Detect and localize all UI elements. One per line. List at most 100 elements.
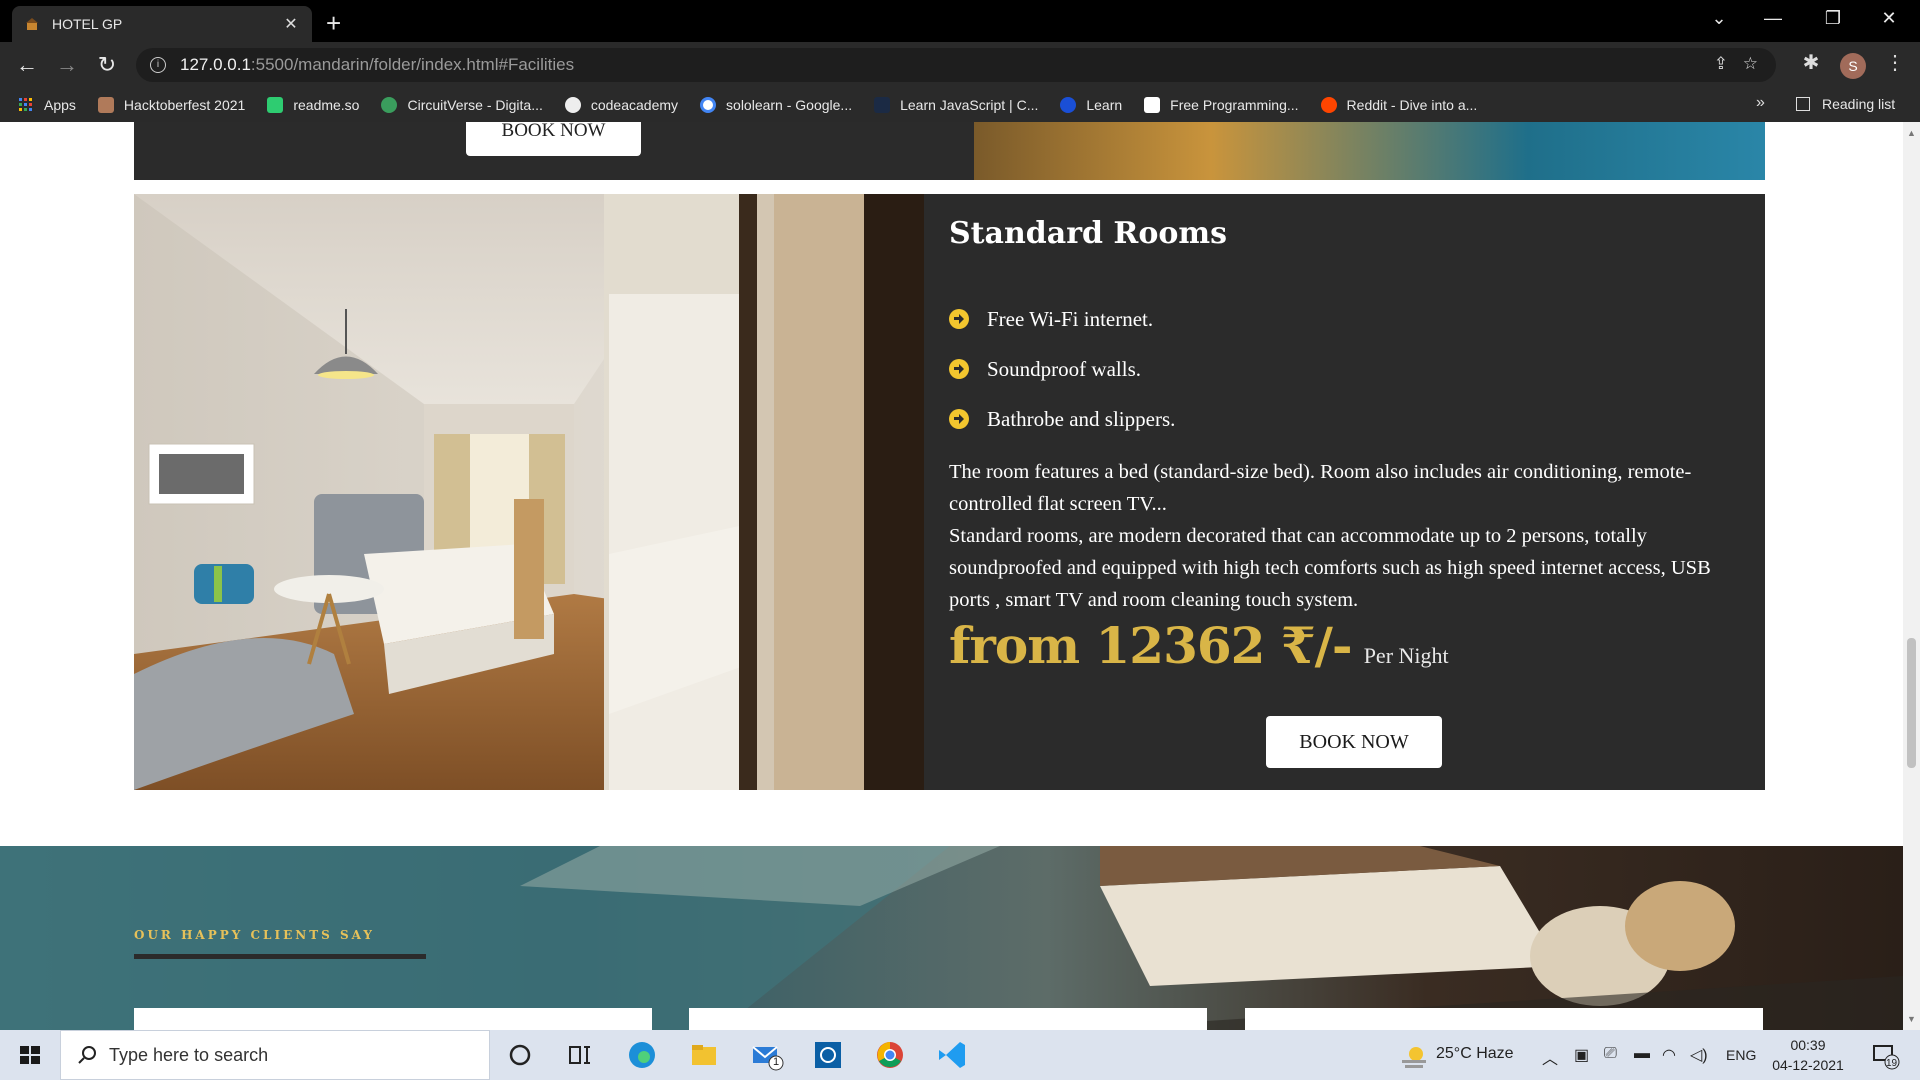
show-hidden-icons-chevron-icon[interactable]: ︿ — [1542, 1045, 1558, 1069]
cortana-icon[interactable] — [502, 1038, 538, 1072]
taskbar-clock[interactable]: 00:39 04-12-2021 — [1768, 1035, 1848, 1075]
feature-item: Free Wi-Fi internet. — [949, 294, 1175, 344]
vscode-icon[interactable] — [934, 1038, 970, 1072]
chrome-icon[interactable] — [872, 1038, 908, 1072]
tab-search-icon[interactable]: ⌄ — [1696, 8, 1742, 29]
window-close-icon[interactable]: ✕ — [1866, 8, 1912, 29]
bookmark-star-icon[interactable]: ☆ — [1743, 54, 1758, 74]
restore-icon[interactable]: ❐ — [1810, 8, 1856, 29]
testimonials-eyebrow: OUR HAPPY CLIENTS SAY — [134, 928, 375, 942]
bookmark-learn-javascript[interactable]: Learn JavaScript | C... — [874, 97, 1038, 113]
bookmark-label: readme.so — [293, 97, 360, 113]
google-icon — [700, 97, 717, 113]
room-interior-image — [134, 194, 924, 790]
bookmarks-bar: Apps Hacktoberfest 2021 readme.so Circui… — [0, 88, 1920, 122]
reddit-icon — [1320, 97, 1337, 113]
browser-toolbar: ← → ↻ i 127.0.0.1:5500/mandarin/folder/i… — [0, 42, 1920, 88]
standard-room-card: Standard Rooms Free Wi-Fi internet. Soun… — [134, 194, 1765, 790]
bookmark-label: Learn — [1086, 97, 1123, 113]
meet-now-icon[interactable]: ▣ — [1574, 1045, 1589, 1065]
edge-icon[interactable] — [624, 1038, 660, 1072]
bookmark-circuitverse[interactable]: CircuitVerse - Digita... — [381, 97, 543, 113]
new-tab-icon[interactable]: + — [326, 8, 341, 39]
bookmark-label: Reddit - Dive into a... — [1346, 97, 1478, 113]
previous-room-photo — [974, 122, 1765, 180]
testimonial-card — [1245, 1008, 1763, 1030]
testimonial-card — [134, 1008, 652, 1030]
scrollbar-thumb[interactable] — [1907, 638, 1916, 768]
eyebrow-underline — [134, 954, 426, 959]
bookmark-codeacademy[interactable]: codeacademy — [564, 97, 678, 113]
browser-menu-icon[interactable]: ⋮ — [1880, 50, 1910, 75]
tab-close-icon[interactable]: ✕ — [282, 14, 300, 34]
apps-grid-icon — [19, 98, 32, 111]
bookmark-learn[interactable]: Learn — [1060, 97, 1122, 113]
bookmark-reddit[interactable]: Reddit - Dive into a... — [1320, 97, 1478, 113]
clock-time: 00:39 — [1790, 1037, 1826, 1053]
display-icon[interactable]: ⎚ — [1604, 1045, 1617, 1063]
bookmarks-overflow-button[interactable]: » — [1756, 94, 1765, 112]
feature-list: Free Wi-Fi internet. Soundproof walls. B… — [949, 294, 1175, 444]
search-icon — [78, 1046, 96, 1064]
javascript-icon — [874, 97, 891, 113]
volume-icon[interactable]: ◁) — [1690, 1045, 1708, 1065]
tab-strip: HOTEL GP ✕ + ⌄ — ❐ ✕ — [0, 0, 1920, 42]
profile-avatar[interactable]: S — [1840, 53, 1866, 79]
description-paragraph: The room features a bed (standard-size b… — [949, 461, 1692, 515]
bookmark-label: Free Programming... — [1170, 97, 1299, 113]
scroll-down-arrow-icon[interactable]: ▼ — [1907, 1014, 1916, 1024]
browser-tab[interactable]: HOTEL GP ✕ — [12, 6, 312, 42]
bookmark-label: Apps — [44, 97, 76, 113]
book-now-button[interactable]: BOOK NOW — [1266, 716, 1442, 768]
bookmark-hacktoberfest[interactable]: Hacktoberfest 2021 — [97, 97, 246, 113]
dell-app-icon[interactable] — [810, 1038, 846, 1072]
learn-icon — [1060, 97, 1077, 113]
scroll-up-arrow-icon[interactable]: ▲ — [1907, 128, 1916, 138]
search-placeholder: Type here to search — [109, 1044, 269, 1065]
minimize-icon[interactable]: — — [1750, 8, 1796, 29]
arrow-circle-icon — [949, 359, 969, 379]
forward-arrow-icon[interactable]: → — [52, 50, 82, 80]
bookmark-label: Hacktoberfest 2021 — [123, 97, 246, 113]
previous-book-now-button[interactable]: BOOK NOW — [466, 122, 641, 156]
bookmark-free-programming[interactable]: Free Programming... — [1144, 97, 1299, 113]
testimonial-card — [689, 1008, 1207, 1030]
arrow-circle-icon — [949, 409, 969, 429]
testimonials-section: OUR HAPPY CLIENTS SAY — [0, 846, 1903, 1030]
bookmark-sololearn[interactable]: sololearn - Google... — [700, 97, 852, 113]
taskbar-search-box[interactable]: Type here to search — [60, 1030, 490, 1080]
mail-badge: 1 — [773, 1056, 780, 1068]
page-viewport: BOOK NOW Standard Rooms Free Wi-Fi inter… — [0, 122, 1903, 1030]
wifi-icon[interactable]: ◠ — [1662, 1045, 1676, 1065]
reading-list-label: Reading list — [1822, 96, 1896, 112]
reload-icon[interactable]: ↻ — [92, 50, 122, 80]
file-explorer-icon[interactable] — [686, 1038, 722, 1072]
description-paragraph: Standard rooms, are modern decorated tha… — [949, 525, 1711, 611]
freecodecamp-icon — [1144, 97, 1161, 113]
share-icon[interactable]: ⇪ — [1714, 54, 1728, 74]
room-description: The room features a bed (standard-size b… — [949, 456, 1749, 616]
weather-haze-icon[interactable] — [1396, 1040, 1432, 1074]
windows-start-icon[interactable] — [0, 1030, 60, 1080]
weather-text[interactable]: 25°C Haze — [1436, 1045, 1514, 1063]
price-amount: from 12362 ₹/- — [949, 616, 1353, 675]
previous-room-card: BOOK NOW — [134, 122, 1765, 180]
language-indicator[interactable]: ENG — [1726, 1047, 1756, 1063]
page-scrollbar[interactable]: ▲ ▼ — [1903, 122, 1920, 1030]
bookmark-label: Learn JavaScript | C... — [900, 97, 1039, 113]
task-view-icon[interactable] — [562, 1038, 598, 1072]
codeacademy-icon — [564, 97, 581, 113]
bookmark-apps[interactable]: Apps — [18, 97, 76, 113]
extensions-puzzle-icon[interactable]: ✱ — [1796, 50, 1826, 75]
feature-text: Soundproof walls. — [987, 356, 1141, 381]
bookmark-readme[interactable]: readme.so — [267, 97, 359, 113]
clock-date: 04-12-2021 — [1772, 1057, 1844, 1073]
battery-icon[interactable]: ▬ — [1634, 1045, 1650, 1063]
reading-list-button[interactable]: Reading list — [1796, 96, 1895, 112]
room-title: Standard Rooms — [949, 216, 1227, 251]
url-host: 127.0.0.1 — [180, 55, 251, 74]
standard-room-photo — [134, 194, 924, 790]
site-info-icon[interactable]: i — [150, 57, 166, 73]
address-bar[interactable]: i 127.0.0.1:5500/mandarin/folder/index.h… — [136, 48, 1776, 82]
back-arrow-icon[interactable]: ← — [12, 50, 42, 80]
